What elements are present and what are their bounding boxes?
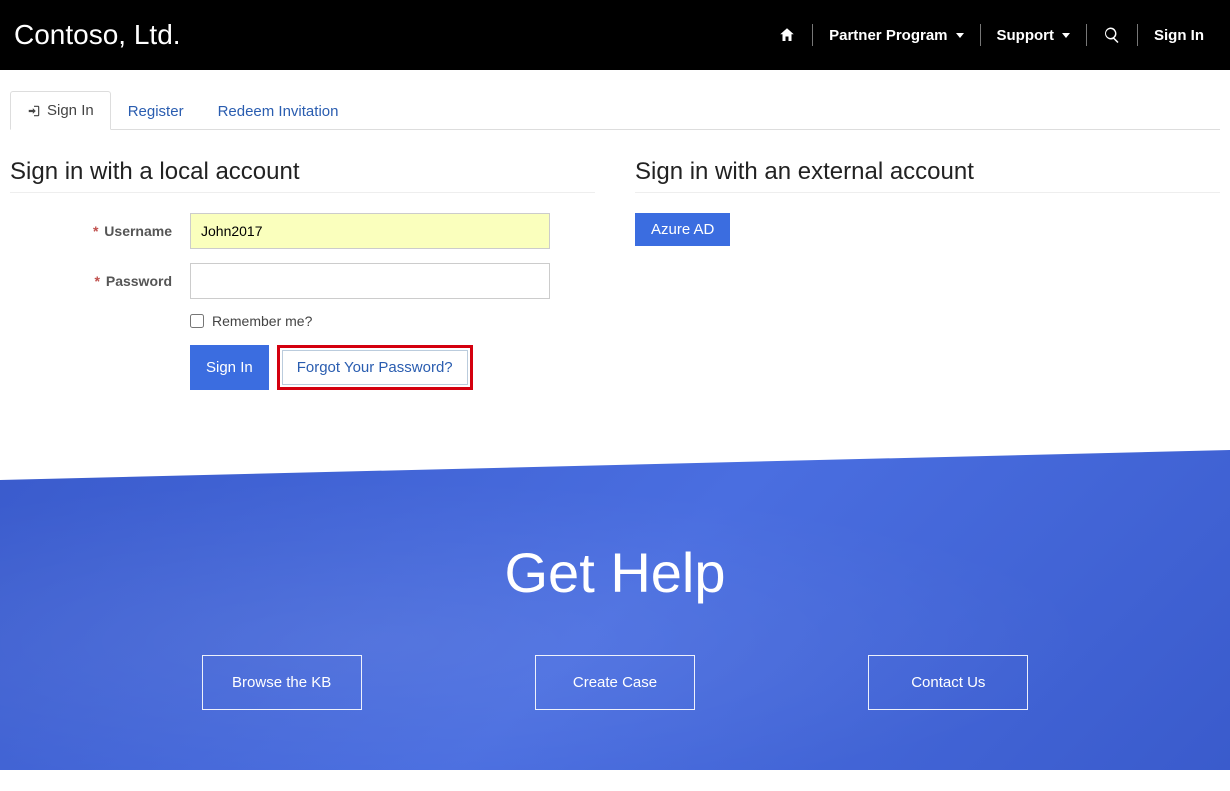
home-nav-link[interactable]	[762, 18, 812, 52]
auth-columns: Sign in with a local account * Username …	[10, 158, 1220, 390]
password-row: * Password	[10, 263, 595, 299]
caret-down-icon	[1062, 33, 1070, 38]
sign-in-nav-link[interactable]: Sign In	[1138, 19, 1220, 52]
caret-down-icon	[956, 33, 964, 38]
remember-row: Remember me?	[190, 313, 595, 329]
tab-register[interactable]: Register	[111, 91, 201, 130]
username-row: * Username	[10, 213, 595, 249]
create-case-button[interactable]: Create Case	[535, 655, 695, 710]
support-menu[interactable]: Support	[981, 19, 1087, 52]
top-nav: Contoso, Ltd. Partner Program Support Si…	[0, 0, 1230, 70]
username-label: * Username	[10, 223, 190, 239]
partner-program-menu[interactable]: Partner Program	[813, 19, 979, 52]
home-icon	[778, 26, 796, 44]
sign-in-nav-label: Sign In	[1154, 27, 1204, 44]
azure-ad-button[interactable]: Azure AD	[635, 213, 730, 246]
sign-in-button[interactable]: Sign In	[190, 345, 269, 390]
tab-sign-in-label: Sign In	[47, 102, 94, 119]
password-label: * Password	[10, 273, 190, 289]
search-nav-button[interactable]	[1087, 18, 1137, 52]
local-button-row: Sign In Forgot Your Password?	[190, 345, 595, 390]
forgot-password-highlight: Forgot Your Password?	[277, 345, 473, 390]
auth-tabs: Sign In Register Redeem Invitation	[10, 90, 1220, 130]
page-content: Sign In Register Redeem Invitation Sign …	[0, 70, 1230, 450]
browse-kb-button[interactable]: Browse the KB	[202, 655, 362, 710]
tab-register-label: Register	[128, 103, 184, 120]
remember-label: Remember me?	[212, 313, 312, 329]
brand-title: Contoso, Ltd.	[10, 19, 762, 51]
local-heading: Sign in with a local account	[10, 158, 595, 193]
tab-redeem-label: Redeem Invitation	[218, 103, 339, 120]
password-input[interactable]	[190, 263, 550, 299]
remember-checkbox[interactable]	[190, 314, 204, 328]
external-account-section: Sign in with an external account Azure A…	[635, 158, 1220, 390]
sign-in-icon	[27, 104, 41, 118]
hero-title: Get Help	[20, 540, 1210, 605]
hero-button-row: Browse the KB Create Case Contact Us	[115, 655, 1115, 710]
tab-sign-in[interactable]: Sign In	[10, 91, 111, 130]
support-label: Support	[997, 27, 1055, 44]
username-input[interactable]	[190, 213, 550, 249]
external-heading: Sign in with an external account	[635, 158, 1220, 193]
local-account-section: Sign in with a local account * Username …	[10, 158, 595, 390]
partner-program-label: Partner Program	[829, 27, 947, 44]
contact-us-button[interactable]: Contact Us	[868, 655, 1028, 710]
search-icon	[1103, 26, 1121, 44]
nav-right: Partner Program Support Sign In	[762, 18, 1220, 52]
tab-redeem[interactable]: Redeem Invitation	[201, 91, 356, 130]
help-hero: Get Help Browse the KB Create Case Conta…	[0, 450, 1230, 770]
forgot-password-button[interactable]: Forgot Your Password?	[282, 350, 468, 385]
